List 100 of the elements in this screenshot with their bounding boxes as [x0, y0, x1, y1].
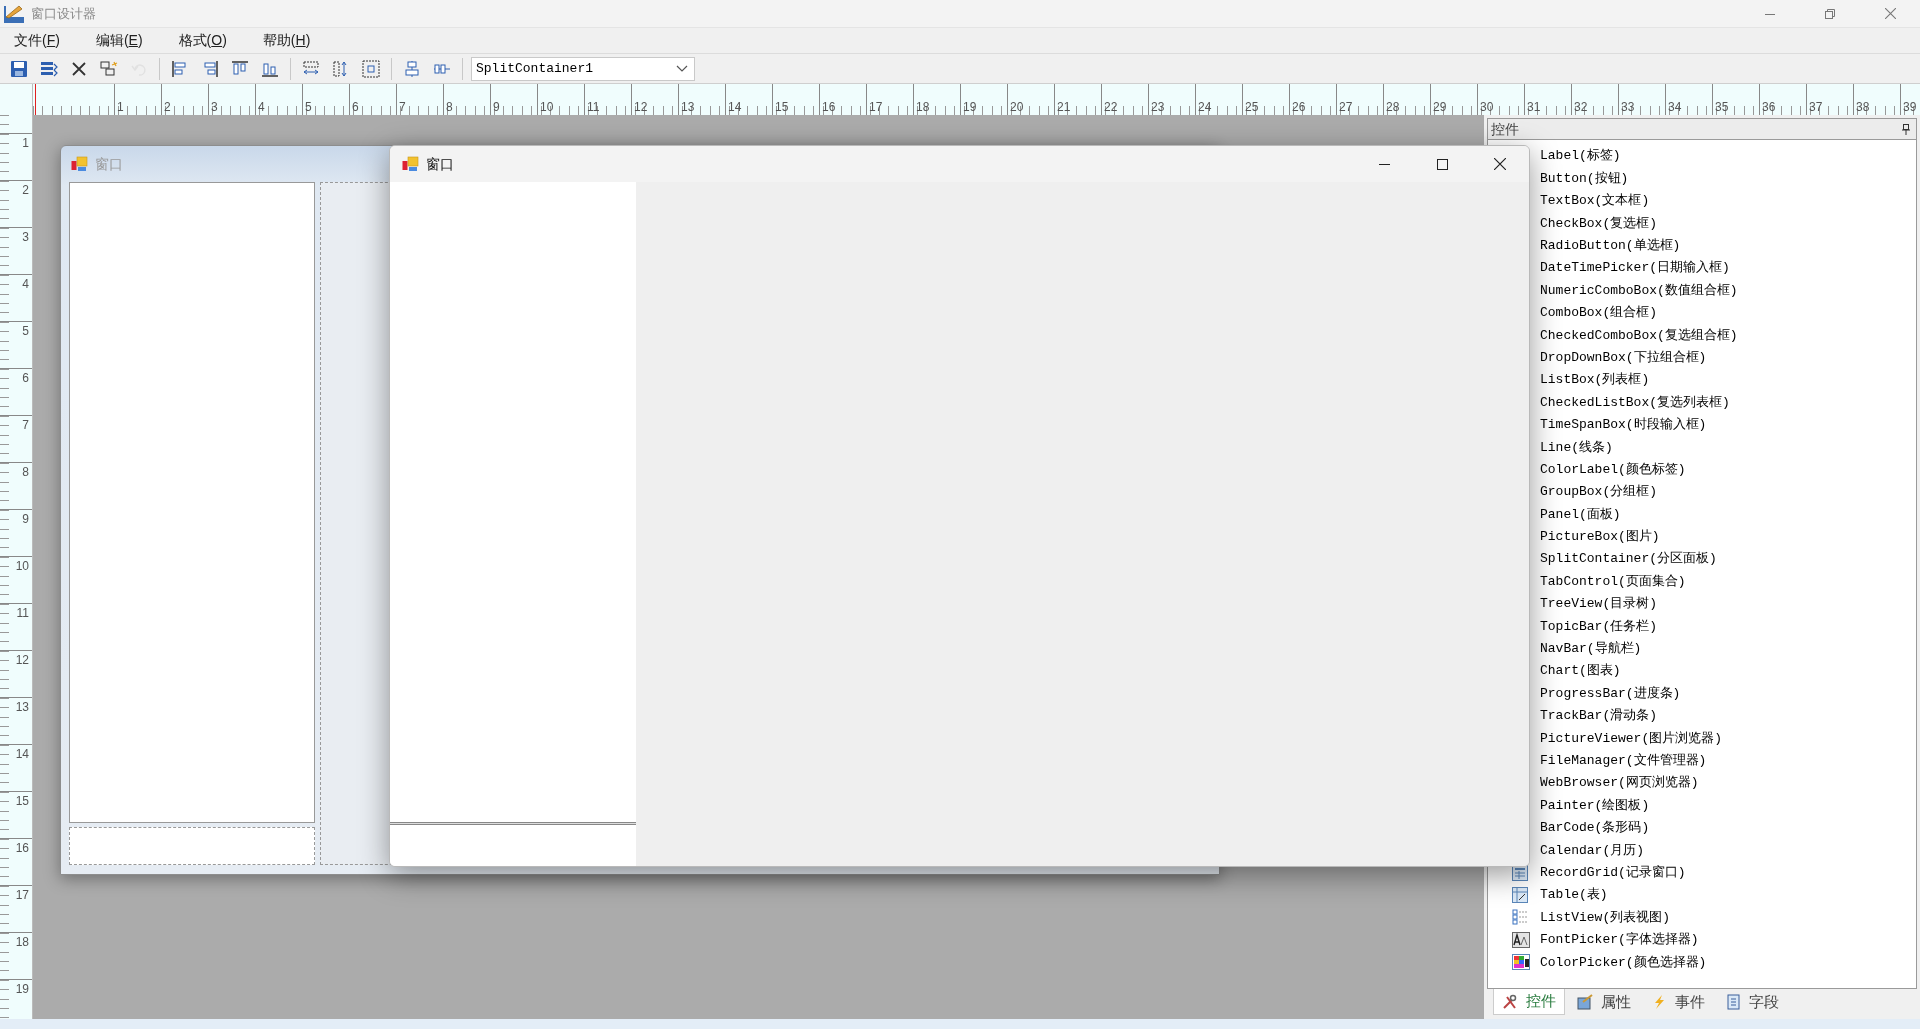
ruler-number: 18 — [15, 935, 29, 951]
toolbox-item[interactable]: DateTimePicker(日期输入框) — [1540, 256, 1916, 280]
toolbox-item[interactable]: Panel(面板) — [1540, 503, 1916, 526]
close-icon — [1884, 8, 1896, 19]
toolbox-item[interactable]: TreeView(目录树) — [1540, 592, 1916, 616]
ruler-number: 16 — [821, 100, 836, 114]
ruler-number: 2 — [163, 100, 171, 114]
ruler-number: 1 — [22, 136, 29, 152]
toolbox-item[interactable]: ProgressBar(进度条) — [1540, 682, 1916, 705]
ruler-number: 3 — [210, 100, 218, 114]
toolbox-item[interactable]: Label(标签) — [1540, 145, 1916, 168]
ruler-number: 14 — [15, 747, 29, 763]
toolbox-item[interactable]: Painter(绘图板) — [1540, 794, 1916, 817]
ruler-number: 27 — [1338, 100, 1353, 114]
toolbox-item[interactable]: SplitContainer(分区面板) — [1540, 548, 1916, 571]
toolbox-item[interactable]: TimeSpanBox(时段输入框) — [1540, 413, 1916, 437]
ruler-number: 20 — [1009, 100, 1024, 114]
ruler-number: 22 — [1103, 100, 1118, 114]
close-icon — [1494, 158, 1506, 170]
save-icon — [10, 59, 28, 78]
list-view-icon — [1512, 909, 1530, 926]
document-icon — [1725, 994, 1741, 1010]
window-title: 窗口设计器 — [31, 4, 96, 23]
image-icon — [1577, 994, 1593, 1010]
toolbox-item[interactable]: FontPicker(字体选择器) — [1540, 928, 1916, 952]
toolbox-item[interactable]: CheckedListBox(复选列表框) — [1540, 391, 1916, 414]
toolbox-item[interactable]: Calendar(月历) — [1540, 839, 1916, 862]
ruler-number: 7 — [22, 418, 29, 434]
toolbox-item[interactable]: Button(按钮) — [1540, 167, 1916, 190]
ruler-number: 32 — [1573, 100, 1588, 114]
ruler-number: 36 — [1761, 100, 1776, 114]
toolbox-item[interactable]: RadioButton(单选框) — [1540, 234, 1916, 257]
ruler-number: 4 — [22, 277, 29, 293]
ruler-number: 16 — [15, 841, 29, 857]
ruler-number: 19 — [15, 982, 29, 998]
vertical-center-icon — [403, 59, 421, 78]
menu-item[interactable]: 帮助(H) — [254, 29, 319, 52]
toolbox-item[interactable]: FileManager(文件管理器) — [1540, 749, 1916, 772]
panel-tab[interactable]: 字段 — [1717, 989, 1787, 1015]
toolbox-item[interactable]: DropDownBox(下拉组合框) — [1540, 346, 1916, 369]
menu-item[interactable]: 编辑(E) — [87, 29, 151, 52]
ruler-number: 37 — [1808, 100, 1823, 114]
ruler-number: 12 — [15, 653, 29, 669]
toolbox-item[interactable]: ListView(列表视图) — [1540, 906, 1916, 929]
toolbox-item[interactable]: Chart(图表) — [1540, 660, 1916, 683]
panel-tab[interactable]: 控件 — [1493, 989, 1565, 1015]
toolbox-item[interactable]: BarCode(条形码) — [1540, 816, 1916, 840]
toolbox-item[interactable]: Line(线条) — [1540, 436, 1916, 459]
ruler-number: 26 — [1291, 100, 1306, 114]
toolbox-item[interactable]: TopicBar(任务栏) — [1540, 615, 1916, 638]
toolbox-item[interactable]: CheckedComboBox(复选组合框) — [1540, 324, 1916, 347]
toolbox-item[interactable]: TextBox(文本框) — [1540, 189, 1916, 213]
toolbox-item[interactable]: ListBox(列表框) — [1540, 368, 1916, 392]
toolbox-item[interactable]: NavBar(导航栏) — [1540, 637, 1916, 660]
ruler-number: 10 — [539, 100, 554, 114]
ruler-number: 28 — [1385, 100, 1400, 114]
toolbox-item[interactable]: CheckBox(复选框) — [1540, 212, 1916, 235]
ruler-number: 34 — [1667, 100, 1682, 114]
toolbox-item[interactable]: Table(表) — [1540, 883, 1916, 907]
panel-tab[interactable]: 属性 — [1569, 989, 1639, 1015]
tools-icon — [1502, 993, 1518, 1010]
toolbox-item[interactable]: NumericComboBox(数值组合框) — [1540, 279, 1916, 302]
toolbox-item[interactable]: PictureBox(图片) — [1540, 525, 1916, 549]
control-selector[interactable]: SplitContainer1 — [471, 56, 695, 81]
ruler-number: 9 — [22, 512, 29, 528]
menu-item[interactable]: 格式(O) — [170, 29, 235, 52]
table-icon — [1512, 886, 1530, 903]
ruler-number: 24 — [1197, 100, 1212, 114]
maximize-icon — [1436, 158, 1448, 170]
chevron-down-icon — [676, 64, 688, 73]
ruler-number: 25 — [1244, 100, 1259, 114]
menu-item[interactable]: 文件(F) — [6, 29, 68, 52]
restore-icon — [1825, 8, 1835, 19]
color-palette-icon — [1512, 954, 1530, 971]
toolbox-item[interactable]: WebBrowser(网页浏览器) — [1540, 771, 1916, 795]
ruler-number: 17 — [15, 888, 29, 904]
toolbox-item[interactable]: PictureViewer(图片浏览器) — [1540, 727, 1916, 750]
toolbox-item[interactable]: TrackBar(滑动条) — [1540, 704, 1916, 728]
toolbox-item[interactable]: ComboBox(组合框) — [1540, 301, 1916, 325]
ruler-number: 8 — [445, 100, 453, 114]
ruler-number: 2 — [22, 183, 29, 199]
panel-tab[interactable]: 事件 — [1643, 989, 1713, 1015]
align-right-icon — [201, 59, 219, 78]
pin-button[interactable] — [1899, 122, 1913, 136]
ruler-number: 7 — [398, 100, 406, 114]
toolbox-item[interactable]: ColorLabel(颜色标签) — [1540, 458, 1916, 481]
ruler-number: 29 — [1432, 100, 1447, 114]
ruler-number: 19 — [962, 100, 977, 114]
copy-icon — [100, 59, 118, 78]
toolbox-item[interactable]: TabControl(页面集合) — [1540, 570, 1916, 593]
toolbox-item[interactable]: GroupBox(分组框) — [1540, 480, 1916, 504]
ruler-number: 35 — [1714, 100, 1729, 114]
grid-icon — [1512, 864, 1530, 881]
ruler-number: 38 — [1855, 100, 1870, 114]
ruler-number: 33 — [1620, 100, 1635, 114]
window-icon — [402, 156, 420, 172]
toolbox-item[interactable]: ColorPicker(颜色选择器) — [1540, 951, 1916, 974]
ruler-number: 12 — [633, 100, 648, 114]
ruler-number: 13 — [680, 100, 695, 114]
ruler-number: 15 — [15, 794, 29, 810]
